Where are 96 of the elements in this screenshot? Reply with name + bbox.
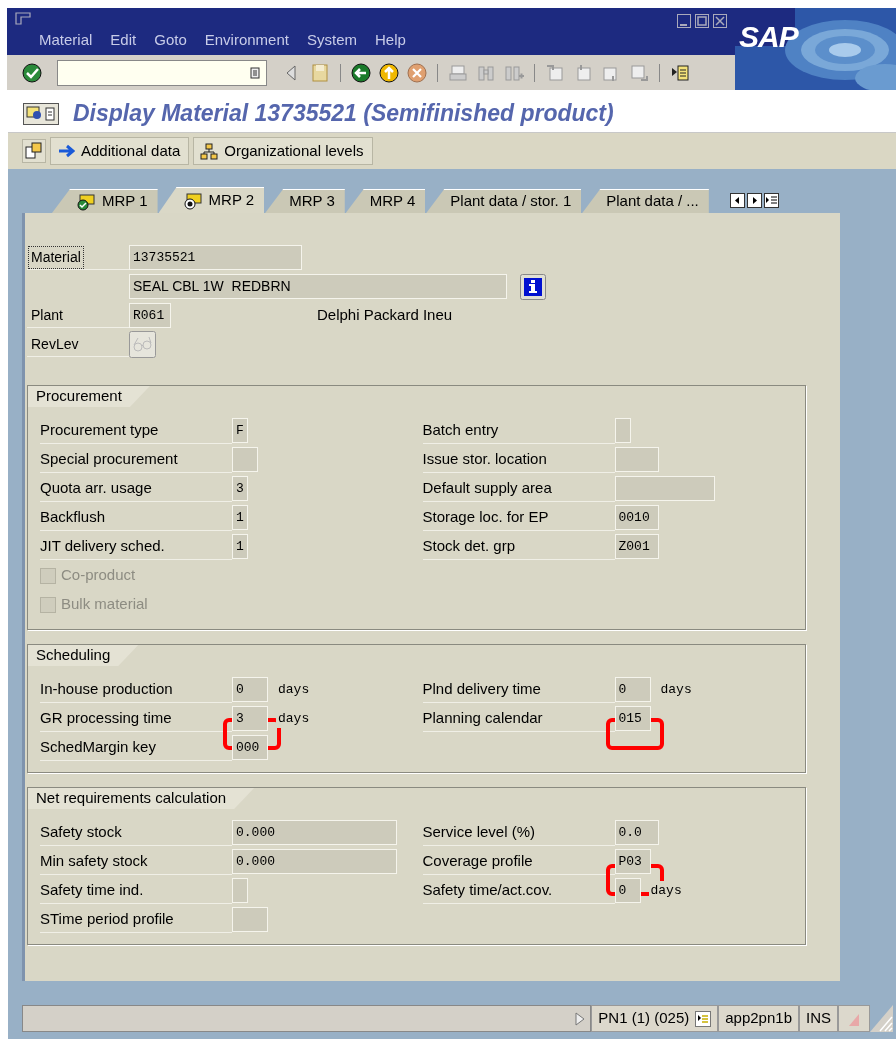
field-label: JIT delivery sched. (40, 535, 165, 556)
menu-item[interactable]: Edit (110, 28, 137, 51)
status-current-icon (182, 191, 203, 210)
field-label: Issue stor. location (422, 448, 547, 469)
field-label: Special procurement (40, 448, 178, 469)
screen-title: Display Material 13735521 (Semifinished product) (73, 99, 614, 129)
minimize-icon[interactable] (677, 14, 691, 28)
tab[interactable]: MRP 3 (265, 189, 345, 213)
input-field[interactable]: 3 (232, 476, 248, 501)
input-field[interactable]: 0.000 (232, 849, 397, 874)
input-field[interactable]: 1 (232, 505, 248, 530)
server-name: app2pn1b (725, 1008, 792, 1029)
input-mode: INS (806, 1008, 831, 1029)
scroll-left-icon[interactable] (729, 192, 745, 208)
maximize-icon[interactable] (695, 14, 709, 28)
tab[interactable]: Plant data / stor. 1 (426, 189, 582, 213)
input-field[interactable] (614, 447, 659, 472)
input-field[interactable]: 3 (232, 706, 268, 731)
field-label: RevLev (31, 334, 79, 354)
input-field[interactable]: 0 (614, 878, 641, 903)
field-label: Batch entry (422, 419, 499, 440)
input-field[interactable]: Z001 (614, 534, 659, 559)
field-label: Plnd delivery time (422, 678, 541, 699)
toolbar-button[interactable]: Organizational levels (193, 137, 373, 165)
field-label: Min safety stock (40, 850, 148, 871)
input-field[interactable] (614, 476, 715, 501)
field-label: Plant (31, 305, 63, 325)
expand-icon[interactable] (574, 1010, 587, 1027)
dropdown-icon[interactable] (250, 66, 260, 79)
menu-item[interactable]: Help (375, 28, 406, 51)
menu-item[interactable]: System (306, 28, 357, 51)
input-field[interactable]: R061 (129, 303, 171, 328)
input-field[interactable]: 000 (232, 735, 268, 760)
hierarchy-icon (200, 142, 219, 160)
enter-icon[interactable] (21, 61, 43, 84)
section-title: Scheduling (28, 645, 139, 666)
command-field[interactable] (57, 59, 267, 86)
other-material-icon[interactable] (22, 139, 46, 163)
window-menu-icon[interactable] (15, 12, 31, 25)
field-label: Safety time/act.cov. (422, 879, 553, 900)
cancel-icon[interactable] (406, 61, 428, 84)
input-field[interactable] (232, 878, 248, 903)
input-field[interactable]: 13735521 (129, 245, 302, 270)
plant-name: Delphi Packard Ineu (317, 305, 453, 326)
input-field[interactable]: 1 (232, 534, 248, 559)
menu-item[interactable]: Environment (204, 28, 289, 51)
field-label: Storage loc. for EP (422, 506, 549, 527)
tab-list-icon[interactable] (763, 192, 779, 208)
glasses-button[interactable] (129, 331, 156, 358)
section-title: Procurement (28, 386, 150, 407)
field-label: Safety stock (40, 821, 122, 842)
input-field[interactable]: 0 (614, 677, 651, 702)
field-label: Backflush (40, 506, 106, 527)
field-label: Stock det. grp (422, 535, 516, 556)
input-field[interactable]: F (232, 418, 248, 443)
field-label: Coverage profile (422, 850, 533, 871)
input-field[interactable] (614, 418, 631, 443)
sap-logo: SAP (739, 19, 798, 55)
session-info: PN1 (1) (025) (598, 1008, 690, 1029)
input-field[interactable]: SEAL CBL 1W REDBRN (129, 274, 507, 299)
details-icon[interactable] (23, 102, 59, 125)
field-label: STime period profile (40, 908, 174, 929)
menu-item[interactable]: Goto (154, 28, 187, 51)
field-label: Quota arr. usage (40, 477, 152, 498)
input-field[interactable] (232, 907, 268, 932)
status-done-icon (76, 192, 96, 211)
input-field[interactable]: 015 (614, 706, 651, 731)
input-field[interactable] (232, 447, 258, 472)
input-field[interactable]: 0.0 (614, 820, 659, 845)
field-label: Procurement type (40, 419, 159, 440)
field-label: Safety time ind. (40, 879, 144, 900)
field-label: Service level (%) (422, 821, 536, 842)
field-label: SchedMargin key (40, 736, 156, 757)
field-label: Material (28, 245, 84, 269)
field-label: In-house production (40, 678, 173, 699)
input-field[interactable]: 0010 (614, 505, 659, 530)
field-label: Planning calendar (422, 707, 543, 728)
input-field[interactable]: 0.000 (232, 820, 397, 845)
arrow-icon (57, 142, 75, 160)
toolbar-button[interactable]: Additional data (50, 137, 190, 165)
tab[interactable]: Plant data / ... (582, 189, 709, 213)
field-label: GR processing time (40, 707, 172, 728)
save-icon[interactable] (309, 61, 331, 84)
resize-grip-icon[interactable] (870, 1005, 894, 1032)
close-icon[interactable] (713, 14, 727, 28)
tab[interactable]: MRP 4 (345, 189, 426, 213)
tab[interactable]: MRP 1 (52, 189, 158, 213)
menu-item[interactable]: Material (39, 28, 93, 51)
info-button[interactable] (520, 273, 546, 300)
input-field[interactable]: P03 (614, 849, 651, 874)
section-title: Net requirements calculation (28, 788, 255, 809)
input-field[interactable]: 0 (232, 677, 268, 702)
scroll-right-icon[interactable] (746, 192, 762, 208)
tab[interactable]: MRP 2 (158, 187, 265, 213)
field-label: Default supply area (422, 477, 552, 498)
session-list-icon[interactable] (695, 1010, 712, 1027)
